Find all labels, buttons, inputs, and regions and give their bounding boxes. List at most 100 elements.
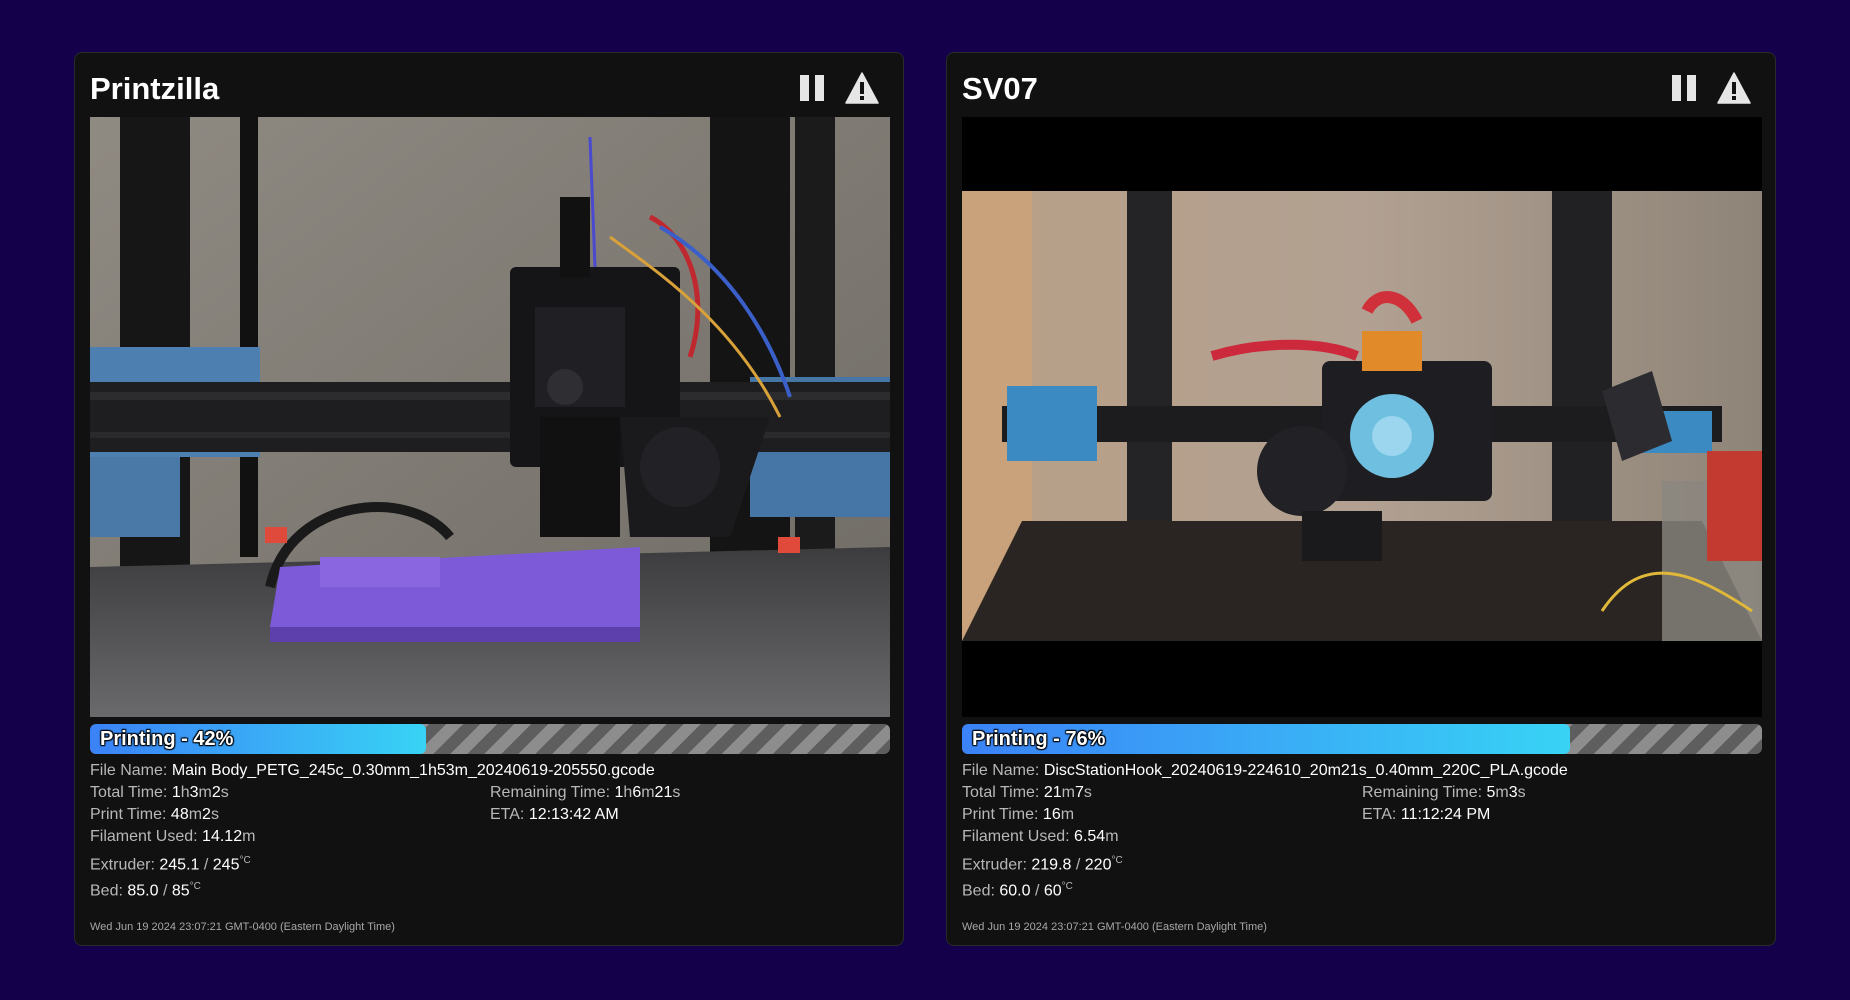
bed-current: 85.0 <box>127 882 159 900</box>
filament-value: 14.12 <box>202 828 243 845</box>
extruder-label: Extruder: <box>90 856 155 874</box>
bed-target: 60 <box>1043 882 1062 900</box>
last-updated-timestamp: Wed Jun 19 2024 23:07:21 GMT-0400 (Easte… <box>90 921 395 933</box>
print-time-row: Print Time: 16m <box>962 805 1074 825</box>
eta-label: ETA: <box>490 806 525 823</box>
pause-icon <box>1672 75 1696 101</box>
remaining-time-minutes: 6 <box>632 784 642 801</box>
filament-label: Filament Used: <box>90 828 198 845</box>
bed-label: Bed: <box>90 882 123 900</box>
temp-unit: °C <box>1061 881 1073 892</box>
alert-button[interactable] <box>843 69 881 107</box>
last-updated-timestamp: Wed Jun 19 2024 23:07:21 GMT-0400 (Easte… <box>962 921 1267 933</box>
eta-label: ETA: <box>1362 806 1397 823</box>
dashboard: Printzilla Printing - 42% File Name: Mai… <box>0 0 1850 1000</box>
extruder-target: 245 <box>212 856 240 874</box>
file-name-row: File Name: Main Body_PETG_245c_0.30mm_1h… <box>90 761 655 781</box>
temp-separator: / <box>1034 882 1040 900</box>
extruder-current: 245.1 <box>159 856 200 874</box>
minutes-unit: m <box>641 784 655 801</box>
printer-card-printzilla: Printzilla Printing - 42% File Name: Mai… <box>74 52 904 946</box>
file-name-label: File Name: <box>962 762 1040 779</box>
eta-value: 11:12:24 PM <box>1400 806 1491 823</box>
seconds-unit: s <box>210 806 219 823</box>
warning-icon <box>845 72 879 104</box>
minutes-unit: m <box>198 784 212 801</box>
remaining-time-label: Remaining Time: <box>1362 784 1483 801</box>
temp-unit: °C <box>1111 855 1123 866</box>
temp-unit: °C <box>239 855 251 866</box>
temp-unit: °C <box>189 881 201 892</box>
pause-button[interactable] <box>1665 69 1703 107</box>
bed-row: Bed: 60.0 / 60°C <box>962 877 1073 901</box>
progress-bar: Printing - 42% <box>90 724 890 754</box>
extruder-row: Extruder: 245.1 / 245°C <box>90 851 251 875</box>
minutes-unit: m <box>1061 784 1075 801</box>
camera-image <box>90 117 890 717</box>
bed-row: Bed: 85.0 / 85°C <box>90 877 201 901</box>
extruder-row: Extruder: 219.8 / 220°C <box>962 851 1123 875</box>
filament-unit: m <box>242 828 256 845</box>
total-time-label: Total Time: <box>962 784 1040 801</box>
seconds-unit: s <box>1517 784 1526 801</box>
progress-status: Printing - 76% <box>972 728 1106 750</box>
remaining-time-row: Remaining Time: 1h6m21s <box>490 783 680 803</box>
file-name-label: File Name: <box>90 762 168 779</box>
print-time-seconds: 2 <box>202 806 211 823</box>
bed-target: 85 <box>171 882 190 900</box>
total-time-row: Total Time: 21m7s <box>962 783 1092 803</box>
extruder-current: 219.8 <box>1031 856 1072 874</box>
camera-image <box>962 117 1762 717</box>
minutes-unit: m <box>188 806 203 823</box>
seconds-unit: s <box>1083 784 1092 801</box>
camera-feed <box>90 117 890 717</box>
total-time-seconds: 2 <box>211 784 221 801</box>
bed-label: Bed: <box>962 882 995 900</box>
print-time-row: Print Time: 48m2s <box>90 805 219 825</box>
seconds-unit: s <box>220 784 229 801</box>
hours-unit: h <box>180 784 190 801</box>
printer-name: SV07 <box>962 71 1038 106</box>
filament-unit: m <box>1105 828 1119 845</box>
camera-feed <box>962 117 1762 717</box>
warning-icon <box>1717 72 1751 104</box>
eta-row: ETA: 12:13:42 AM <box>490 805 619 825</box>
file-name-value: DiscStationHook_20240619-224610_20m21s_0… <box>1043 762 1568 779</box>
seconds-unit: s <box>672 784 681 801</box>
printer-name: Printzilla <box>90 71 220 106</box>
hours-unit: h <box>623 784 633 801</box>
alert-button[interactable] <box>1715 69 1753 107</box>
bed-current: 60.0 <box>999 882 1031 900</box>
minutes-unit: m <box>1060 806 1075 823</box>
print-time-label: Print Time: <box>90 806 167 823</box>
temp-separator: / <box>162 882 168 900</box>
total-time-minutes: 21 <box>1043 784 1062 801</box>
remaining-time-label: Remaining Time: <box>490 784 611 801</box>
eta-row: ETA: 11:12:24 PM <box>1362 805 1490 825</box>
remaining-time-row: Remaining Time: 5m3s <box>1362 783 1526 803</box>
printer-card-sv07: SV07 Printing - 76% File Name: DiscStati… <box>946 52 1776 946</box>
eta-value: 12:13:42 AM <box>528 806 619 823</box>
pause-icon <box>800 75 824 101</box>
filament-row: Filament Used: 14.12m <box>90 827 255 847</box>
total-time-row: Total Time: 1h3m2s <box>90 783 229 803</box>
print-time-minutes: 16 <box>1042 806 1061 823</box>
file-name-value: Main Body_PETG_245c_0.30mm_1h53m_2024061… <box>171 762 655 779</box>
filament-row: Filament Used: 6.54m <box>962 827 1119 847</box>
print-time-minutes: 48 <box>170 806 189 823</box>
file-name-row: File Name: DiscStationHook_20240619-2246… <box>962 761 1568 781</box>
remaining-time-seconds: 21 <box>654 784 673 801</box>
minutes-unit: m <box>1495 784 1509 801</box>
total-time-minutes: 3 <box>189 784 199 801</box>
pause-button[interactable] <box>793 69 831 107</box>
progress-status: Printing - 42% <box>100 728 234 750</box>
filament-label: Filament Used: <box>962 828 1070 845</box>
filament-value: 6.54 <box>1074 828 1106 845</box>
temp-separator: / <box>203 856 209 874</box>
extruder-target: 220 <box>1084 856 1112 874</box>
total-time-seconds: 7 <box>1074 784 1084 801</box>
remaining-time-seconds: 3 <box>1508 784 1518 801</box>
print-time-label: Print Time: <box>962 806 1039 823</box>
temp-separator: / <box>1075 856 1081 874</box>
extruder-label: Extruder: <box>962 856 1027 874</box>
